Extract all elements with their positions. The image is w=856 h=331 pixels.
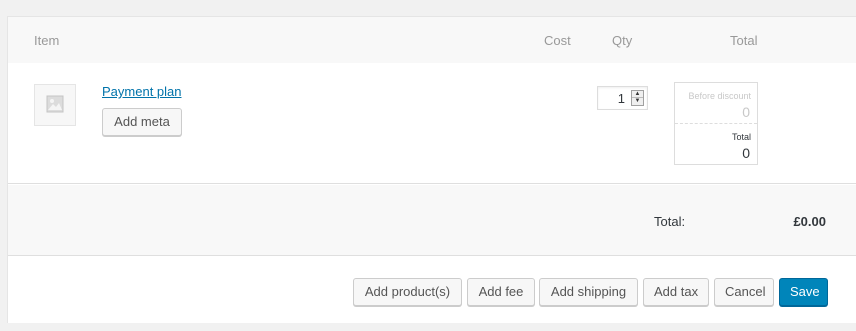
order-total-value: £0.00 <box>793 214 826 229</box>
line-item-row: Payment plan Add meta 1 ▲ ▼ Before disco… <box>8 63 856 184</box>
quantity-input[interactable]: 1 ▲ ▼ <box>597 86 648 110</box>
line-total-label: Total <box>731 132 751 142</box>
order-total-label: Total: <box>654 214 686 229</box>
items-table-header: Item Cost Qty Total <box>8 17 856 63</box>
order-items-panel: Item Cost Qty Total Payment plan Add met… <box>7 16 856 323</box>
column-header-item: Item <box>34 33 60 48</box>
line-total-input[interactable]: 0 <box>742 145 750 161</box>
add-shipping-button[interactable]: Add shipping <box>539 278 638 306</box>
item-actions-bar: Add product(s) Add fee Add shipping Add … <box>8 257 856 323</box>
add-products-button[interactable]: Add product(s) <box>353 278 462 306</box>
cancel-button[interactable]: Cancel <box>714 278 774 306</box>
column-header-qty: Qty <box>612 33 633 48</box>
item-name-link[interactable]: Payment plan <box>102 84 182 100</box>
before-discount-section: Before discount 0 <box>675 83 757 124</box>
before-discount-input[interactable]: 0 <box>742 104 750 120</box>
add-meta-button[interactable]: Add meta <box>102 108 182 136</box>
stepper-up-icon[interactable]: ▲ <box>632 91 643 98</box>
line-total-box: Before discount 0 Total 0 <box>674 82 758 165</box>
before-discount-label: Before discount <box>688 91 751 101</box>
add-fee-button[interactable]: Add fee <box>467 278 535 306</box>
quantity-value: 1 <box>617 91 625 106</box>
add-tax-button[interactable]: Add tax <box>643 278 709 306</box>
save-button[interactable]: Save <box>779 278 828 306</box>
column-header-cost: Cost <box>544 33 571 48</box>
product-thumbnail <box>34 84 76 126</box>
quantity-stepper[interactable]: ▲ ▼ <box>631 90 644 106</box>
image-placeholder-icon <box>46 95 64 116</box>
order-totals: Total: £0.00 <box>8 185 856 256</box>
stepper-down-icon[interactable]: ▼ <box>632 98 643 105</box>
column-header-total: Total <box>730 33 758 48</box>
